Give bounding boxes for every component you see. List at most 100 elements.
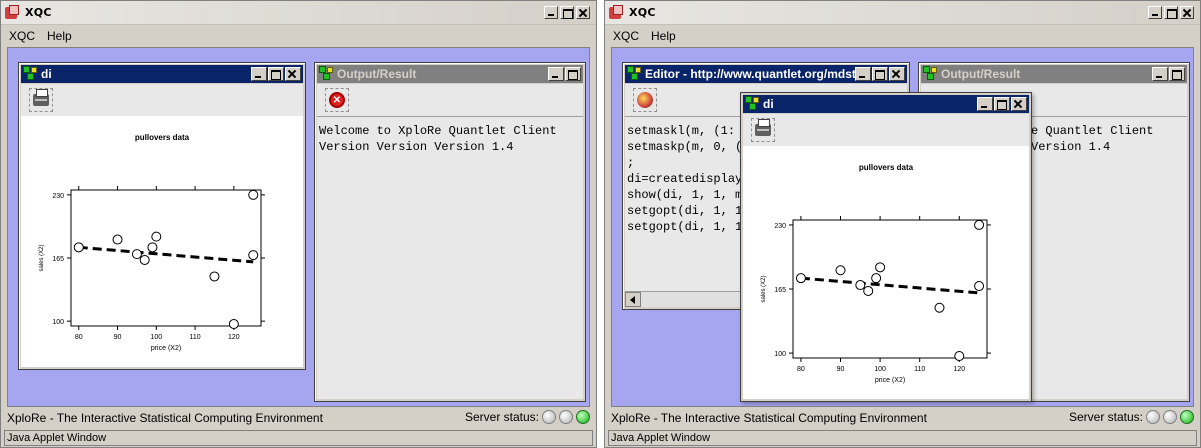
plot-frame <box>70 189 262 327</box>
x-tick-label: 90 <box>837 366 845 373</box>
scroll-left-icon[interactable] <box>625 292 641 307</box>
di-window-titlebar[interactable]: di <box>21 65 303 83</box>
di-toolbar <box>21 84 303 116</box>
maximize-button[interactable] <box>994 97 1010 111</box>
minimize-button[interactable] <box>1152 67 1168 81</box>
x-tick-label: 110 <box>189 334 200 341</box>
print-button[interactable] <box>29 88 53 112</box>
frame-icon <box>319 66 335 82</box>
run-button[interactable] <box>633 88 657 112</box>
server-status: Server status: <box>465 410 590 424</box>
output-toolbar: ✕ <box>317 84 583 116</box>
minimize-button[interactable] <box>548 67 564 81</box>
menu-xqc[interactable]: XQC <box>9 29 35 43</box>
status-light-green-icon <box>1180 410 1194 424</box>
status-light-icon <box>559 410 573 424</box>
desktop-area: di pullovers data 80 90 100 110 120 100 165 230 p… <box>7 47 590 407</box>
output-line: e Quantlet Client <box>1031 124 1154 138</box>
xqc-logo-icon <box>5 4 21 21</box>
minimize-button[interactable] <box>1148 6 1162 19</box>
data-point <box>147 242 158 253</box>
server-status-label: Server status: <box>1068 410 1143 424</box>
x-tick-label: 100 <box>150 334 162 341</box>
close-button[interactable] <box>285 67 301 81</box>
printer-icon <box>755 119 771 136</box>
data-point <box>112 234 123 245</box>
server-status: Server status: <box>1069 410 1194 424</box>
minimize-button[interactable] <box>544 6 558 19</box>
data-point <box>131 249 142 260</box>
app-titlebar[interactable]: XQC <box>1 1 596 25</box>
stop-icon: ✕ <box>329 92 345 108</box>
status-text: XploRe - The Interactive Statistical Com… <box>611 411 927 425</box>
status-light-green-icon <box>576 410 590 424</box>
close-button[interactable] <box>889 67 905 81</box>
plot-frame <box>792 219 988 359</box>
close-button[interactable] <box>1180 6 1194 19</box>
di-window-title: di <box>41 67 52 81</box>
scatter-plot: pullovers data 80 90 100 110 120 100 165 230 pric… <box>761 163 991 384</box>
minimize-button[interactable] <box>251 67 267 81</box>
di-window[interactable]: di pullovers data 80 90 100 110 120 100 165 230 p… <box>740 92 1032 402</box>
regression-line <box>78 245 254 264</box>
data-point <box>875 262 886 273</box>
data-point <box>855 280 866 291</box>
data-point <box>974 281 985 292</box>
menubar: XQC Help <box>605 26 1200 46</box>
close-button[interactable] <box>576 6 590 19</box>
y-axis-label: sales (X2) <box>39 244 45 271</box>
output-window-titlebar[interactable]: Output/Result <box>317 65 583 83</box>
output-line: Version 1.4 <box>1031 140 1111 154</box>
minimize-button[interactable] <box>855 67 871 81</box>
applet-window-bar: Java Applet Window <box>608 430 1197 446</box>
menu-help[interactable]: Help <box>651 29 676 43</box>
maximize-button[interactable] <box>872 67 888 81</box>
menu-xqc[interactable]: XQC <box>613 29 639 43</box>
di-window-titlebar[interactable]: di <box>743 95 1029 113</box>
output-window[interactable]: Output/Result ✕ Welcome to XploRe Quantl… <box>314 62 586 402</box>
plot-title: pullovers data <box>859 163 914 172</box>
data-point <box>228 319 239 330</box>
data-point <box>248 250 259 261</box>
maximize-button[interactable] <box>560 6 574 19</box>
plot-area: pullovers data 80 90 100 110 120 100 165 230 pric… <box>21 116 303 367</box>
x-tick-label: 110 <box>914 366 925 373</box>
output-window-title: Output/Result <box>337 67 417 81</box>
frame-icon <box>745 96 761 112</box>
output-line: Welcome to XploRe Quantlet Client <box>319 124 557 138</box>
xqc-app-window-right: XQC XQC Help Editor - http://www.quantle… <box>604 0 1201 448</box>
data-point <box>139 254 150 265</box>
y-tick-label: 165 <box>52 256 64 263</box>
di-window[interactable]: di pullovers data 80 90 100 110 120 100 165 230 p… <box>18 62 306 370</box>
frame-icon <box>627 66 643 82</box>
app-titlebar[interactable]: XQC <box>605 1 1200 25</box>
data-point <box>954 351 965 362</box>
maximize-button[interactable] <box>565 67 581 81</box>
output-text-area[interactable]: Welcome to XploRe Quantlet Client Version… <box>317 116 583 399</box>
stop-button[interactable]: ✕ <box>325 88 349 112</box>
di-window-title: di <box>763 97 774 111</box>
statusbar: XploRe - The Interactive Statistical Com… <box>1 407 596 429</box>
maximize-button[interactable] <box>268 67 284 81</box>
menu-help[interactable]: Help <box>47 29 72 43</box>
desktop-area: Editor - http://www.quantlet.org/mdsta s… <box>611 47 1194 407</box>
print-button[interactable] <box>751 118 775 142</box>
printer-icon <box>33 89 49 106</box>
x-tick-label: 90 <box>114 334 122 341</box>
menubar: XQC Help <box>1 26 596 46</box>
status-light-icon <box>1146 410 1160 424</box>
y-tick-label: 100 <box>52 319 64 326</box>
x-axis-label: price (X2) <box>875 377 905 384</box>
maximize-button[interactable] <box>1169 67 1185 81</box>
close-button[interactable] <box>1011 97 1027 111</box>
minimize-button[interactable] <box>977 97 993 111</box>
output-window-titlebar[interactable]: Output/Result <box>921 65 1187 83</box>
maximize-button[interactable] <box>1164 6 1178 19</box>
x-axis-label: price (X2) <box>151 345 181 352</box>
editor-window-titlebar[interactable]: Editor - http://www.quantlet.org/mdsta <box>625 65 907 83</box>
x-tick-label: 80 <box>75 334 83 341</box>
status-light-icon <box>1163 410 1177 424</box>
app-title: XQC <box>629 6 656 19</box>
editor-window-title: Editor - http://www.quantlet.org/mdsta <box>645 67 863 81</box>
xqc-app-window-left: XQC XQC Help di pullovers data 80 90 100… <box>0 0 597 448</box>
